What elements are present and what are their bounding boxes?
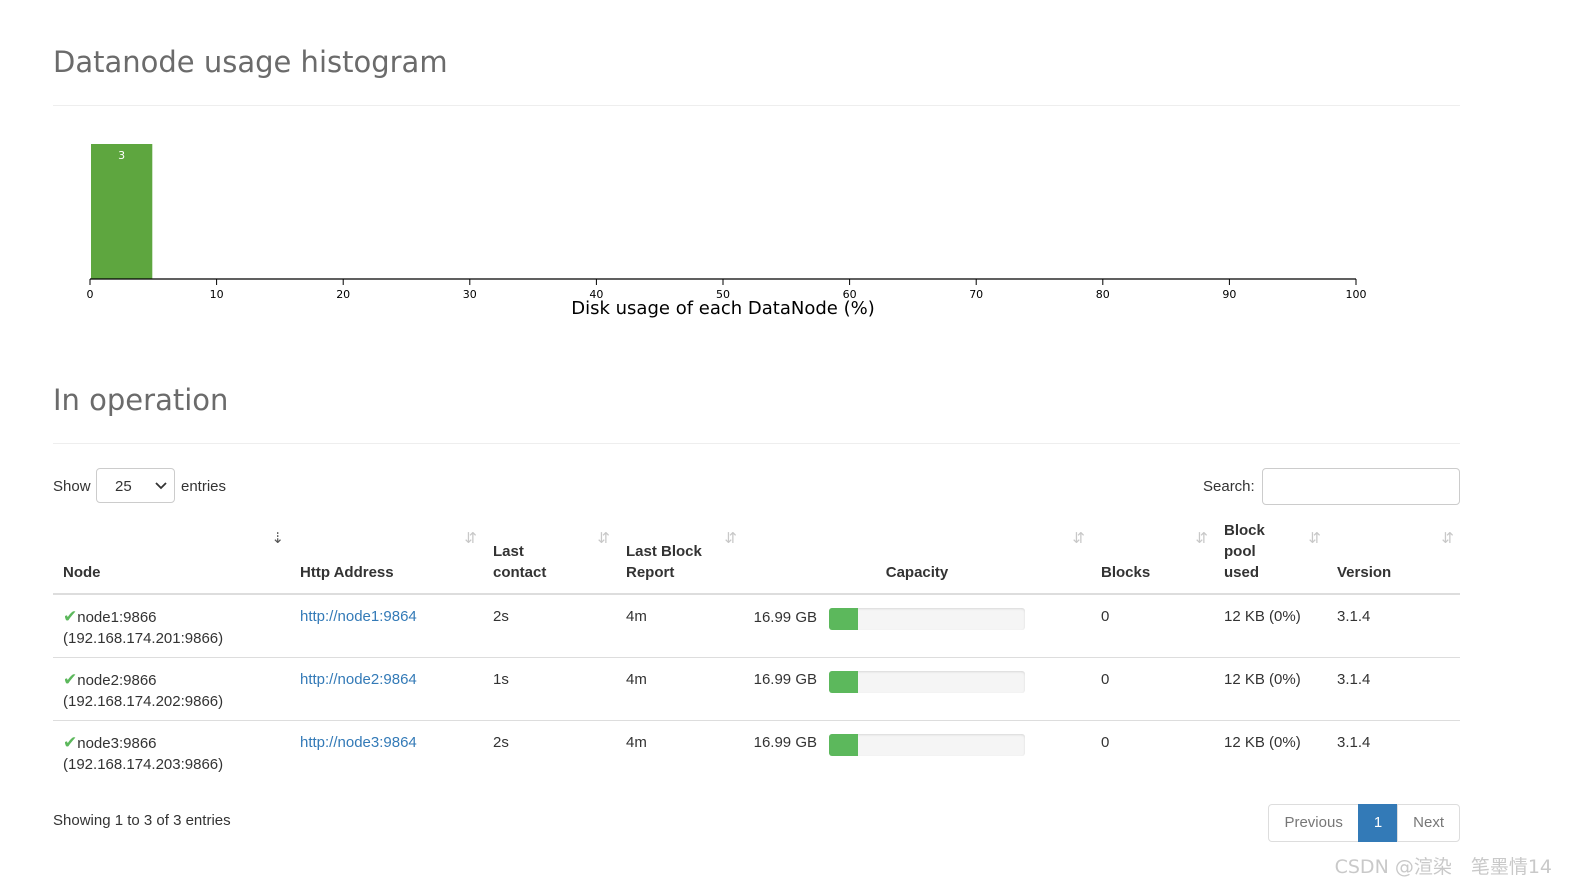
operation-title-divider xyxy=(53,443,1460,444)
x-axis-tick-label: 20 xyxy=(336,288,350,301)
x-axis-tick-label: 90 xyxy=(1222,288,1236,301)
version: 3.1.4 xyxy=(1327,656,1460,720)
x-axis-tick-label: 70 xyxy=(969,288,983,301)
sort-icon: ⇵ xyxy=(1195,530,1208,547)
node-name: node2:9866 xyxy=(77,671,157,689)
x-axis-tick-label: 100 xyxy=(1346,288,1367,301)
capacity-cell: 16.99 GB xyxy=(743,656,1091,720)
last-block-report: 4m xyxy=(616,656,743,720)
node-name: node1:9866 xyxy=(77,609,157,626)
capacity-cell: 16.99 GB xyxy=(743,719,1091,783)
check-icon: ✔ xyxy=(63,732,78,752)
operation-title: In operation xyxy=(53,383,229,417)
page-length-control: Show 25 entries xyxy=(53,468,226,503)
sort-icon: ⇵ xyxy=(1441,530,1454,547)
node-cell: ✔node1:9866 (192.168.174.201:9866) xyxy=(53,594,290,657)
sort-ascending-icon: ⇣ xyxy=(271,530,284,547)
sort-icon: ⇵ xyxy=(464,530,477,547)
chevron-down-icon xyxy=(155,482,167,490)
column-header-blocks[interactable]: ⇵ Blocks xyxy=(1091,520,1214,595)
table-info: Showing 1 to 3 of 3 entries xyxy=(53,812,231,829)
pagination: Previous 1 Next xyxy=(1268,804,1460,842)
table-header-row: ⇣ Node ⇵ Http Address ⇵ Last contact ⇵ L… xyxy=(53,520,1460,595)
x-axis-tick-label: 30 xyxy=(463,288,477,301)
node-name: node3:9866 xyxy=(77,734,157,752)
node-cell: ✔node2:9866 (192.168.174.202:9866) xyxy=(53,656,290,720)
histogram-bar-label: 3 xyxy=(118,149,125,162)
entries-label: entries xyxy=(181,478,227,495)
search-input[interactable] xyxy=(1262,468,1460,505)
page-length-value: 25 xyxy=(115,478,132,495)
capacity-value: 16.99 GB xyxy=(753,608,817,626)
table-row: ✔node3:9866 (192.168.174.203:9866) http:… xyxy=(53,719,1460,783)
next-page-button[interactable]: Next xyxy=(1397,804,1460,842)
column-header-block-pool-used[interactable]: ⇵ Block pool used xyxy=(1214,520,1327,595)
node-ip: (192.168.174.201:9866) xyxy=(63,630,224,647)
last-contact: 2s xyxy=(483,719,616,783)
column-header-version[interactable]: ⇵ Version xyxy=(1327,520,1460,595)
capacity-cell: 16.99 GB xyxy=(743,594,1091,657)
version: 3.1.4 xyxy=(1327,719,1460,783)
node-ip: (192.168.174.202:9866) xyxy=(63,692,224,710)
table-row: ✔node1:9866 (192.168.174.201:9866) http:… xyxy=(53,594,1460,657)
capacity-progress-fill xyxy=(829,733,859,756)
histogram-title-divider xyxy=(53,105,1460,106)
show-label: Show xyxy=(53,478,91,495)
capacity-progress-bar xyxy=(829,670,1025,693)
x-axis-tick-label: 80 xyxy=(1096,288,1110,301)
node-cell: ✔node3:9866 (192.168.174.203:9866) xyxy=(53,719,290,783)
blocks: 0 xyxy=(1101,608,1110,625)
http-address-link[interactable]: http://node2:9864 xyxy=(300,671,417,688)
x-axis-label: Disk usage of each DataNode (%) xyxy=(571,298,874,319)
capacity-progress-bar xyxy=(829,733,1025,756)
sort-icon: ⇵ xyxy=(597,530,610,547)
watermark: CSDN @渲染 笔墨情14 xyxy=(1334,856,1552,878)
capacity-progress-bar xyxy=(829,608,1025,630)
table-row: ✔node2:9866 (192.168.174.202:9866) http:… xyxy=(53,656,1460,720)
column-header-last-block-report[interactable]: ⇵ Last Block Report xyxy=(616,520,743,595)
http-address-link[interactable]: http://node3:9864 xyxy=(300,734,417,751)
page-length-select[interactable]: 25 xyxy=(96,468,175,503)
column-header-last-contact[interactable]: ⇵ Last contact xyxy=(483,520,616,595)
last-block-report: 4m xyxy=(616,719,743,783)
sort-icon: ⇵ xyxy=(1308,530,1321,547)
histogram-bar xyxy=(91,144,153,279)
column-header-node[interactable]: ⇣ Node xyxy=(53,520,290,595)
capacity-progress-fill xyxy=(829,670,859,693)
capacity-progress-fill xyxy=(829,608,859,630)
blocks: 0 xyxy=(1091,656,1214,720)
capacity-value: 16.99 GB xyxy=(753,734,817,751)
capacity-value: 16.99 GB xyxy=(753,671,817,688)
usage-histogram-chart: 30 10 20 30 40 50 60 70 80 90 100Disk usage of eac… xyxy=(87,144,1367,319)
version: 3.1.4 xyxy=(1337,608,1371,625)
search-label: Search: xyxy=(1203,478,1255,495)
block-pool-used: 12 KB (0%) xyxy=(1214,656,1327,720)
last-contact: 1s xyxy=(483,656,616,720)
column-header-capacity[interactable]: ⇵ Capacity xyxy=(743,520,1091,595)
page-1-button[interactable]: 1 xyxy=(1357,804,1399,842)
last-block-report: 4m xyxy=(626,608,647,625)
node-ip: (192.168.174.203:9866) xyxy=(63,755,224,773)
block-pool-used: 12 KB (0%) xyxy=(1214,719,1327,783)
column-header-http-address[interactable]: ⇵ Http Address xyxy=(290,520,483,595)
sort-icon: ⇵ xyxy=(724,530,737,547)
blocks: 0 xyxy=(1091,719,1214,783)
previous-page-button[interactable]: Previous xyxy=(1268,804,1359,842)
check-icon: ✔ xyxy=(63,669,78,689)
datanode-table: ⇣ Node ⇵ Http Address ⇵ Last contact ⇵ L… xyxy=(53,520,1460,783)
x-axis-tick-label: 10 xyxy=(210,288,224,301)
check-icon: ✔ xyxy=(63,607,78,626)
sort-icon: ⇵ xyxy=(1072,530,1085,547)
http-address-link[interactable]: http://node1:9864 xyxy=(300,608,417,625)
x-axis-tick-label: 0 xyxy=(87,288,94,301)
last-contact: 2s xyxy=(493,608,509,625)
block-pool-used: 12 KB (0%) xyxy=(1224,608,1301,625)
histogram-title: Datanode usage histogram xyxy=(53,45,448,79)
